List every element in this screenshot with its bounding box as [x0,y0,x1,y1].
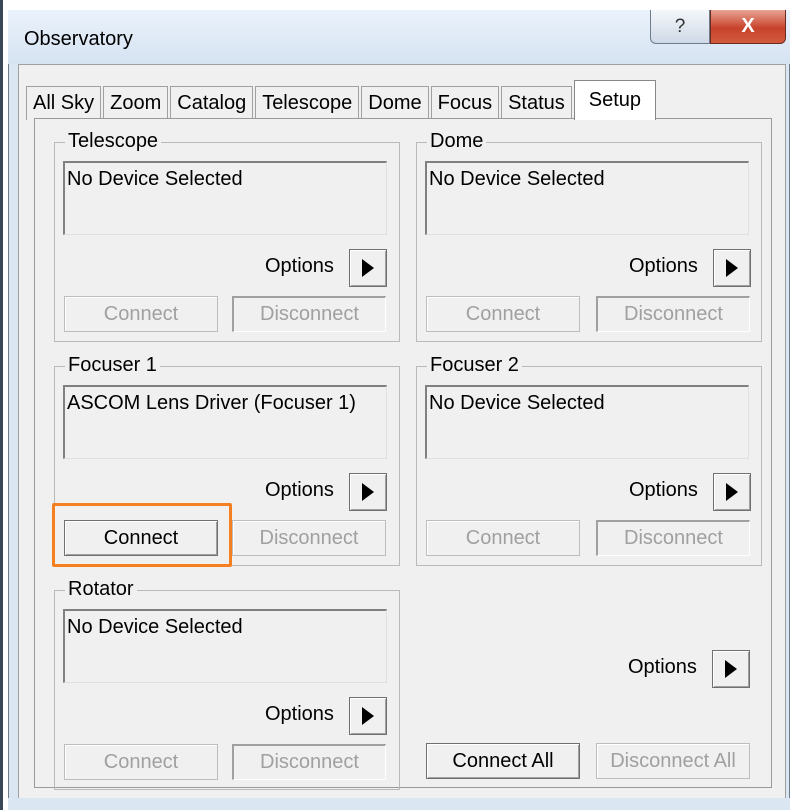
options-label: Options [265,255,334,277]
rotator-device-display: No Device Selected [63,609,387,683]
telescope-disconnect-button[interactable]: Disconnect [232,296,386,332]
tab-label: Telescope [262,92,353,114]
arrow-right-icon [726,259,738,277]
tab-catalog[interactable]: Catalog [170,86,254,120]
focuser2-disconnect-button[interactable]: Disconnect [596,520,750,556]
options-label: Options [265,479,334,501]
arrow-right-icon [362,259,374,277]
dome-disconnect-button[interactable]: Disconnect [596,296,750,332]
focuser2-group: Focuser 2 No Device Selected Options Con… [416,354,762,566]
tab-label: Setup [588,89,642,111]
tab-all-sky[interactable]: All Sky [26,86,102,120]
options-label: Options [629,255,698,277]
focuser2-device-display: No Device Selected [425,385,749,459]
tab-telescope[interactable]: Telescope [255,86,360,120]
tab-zoom[interactable]: Zoom [103,86,169,120]
disconnect-all-button[interactable]: Disconnect All [596,743,750,779]
telescope-options-button[interactable] [349,249,387,287]
tab-label: All Sky [33,92,95,114]
options-label: Options [629,479,698,501]
focuser1-options-button[interactable] [349,473,387,511]
global-options-label: Options [628,656,697,678]
arrow-right-icon [725,660,737,678]
dome-connect-button[interactable]: Connect [426,296,580,332]
close-icon: X [741,15,755,37]
options-label: Options [265,703,334,725]
group-title: Rotator [65,578,137,601]
dome-device-display: No Device Selected [425,161,749,235]
tab-label: Dome [368,92,422,114]
rotator-group: Rotator No Device Selected Options Conne… [54,578,400,790]
group-title: Telescope [65,130,162,153]
rotator-connect-button[interactable]: Connect [64,744,218,780]
group-title: Dome [427,130,487,153]
close-button[interactable]: X [710,10,786,44]
arrow-right-icon [362,483,374,501]
tab-dome[interactable]: Dome [361,86,429,120]
focuser1-device-display: ASCOM Lens Driver (Focuser 1) [63,385,387,459]
title-bar: Observatory ? X [8,10,790,64]
dome-group: Dome No Device Selected Options Connect … [416,130,762,342]
global-options-button[interactable] [712,650,750,688]
help-icon: ? [674,15,686,37]
group-title: Focuser 1 [65,354,160,377]
connect-all-button[interactable]: Connect All [426,743,580,779]
desktop-edge [0,0,3,810]
help-button[interactable]: ? [650,10,710,44]
connect-highlight-box [52,503,232,567]
focuser2-connect-button[interactable]: Connect [426,520,580,556]
arrow-right-icon [726,483,738,501]
tab-label: Focus [437,92,493,114]
tab-focus[interactable]: Focus [430,86,500,120]
telescope-connect-button[interactable]: Connect [64,296,218,332]
tab-setup[interactable]: Setup [573,80,657,120]
telescope-group: Telescope No Device Selected Options Con… [54,130,400,342]
group-title: Focuser 2 [427,354,522,377]
telescope-device-display: No Device Selected [63,161,387,235]
tab-label: Status [508,92,565,114]
tab-status[interactable]: Status [501,86,572,120]
focuser2-options-button[interactable] [713,473,751,511]
arrow-right-icon [362,707,374,725]
window-title: Observatory [24,28,133,50]
window-bottom-border [8,798,790,810]
tab-strip: All Sky Zoom Catalog Telescope Dome Focu… [26,80,658,120]
rotator-disconnect-button[interactable]: Disconnect [232,744,386,780]
rotator-options-button[interactable] [349,697,387,735]
tab-label: Catalog [177,92,247,114]
focuser1-disconnect-button[interactable]: Disconnect [232,520,386,556]
tab-label: Zoom [110,92,162,114]
dome-options-button[interactable] [713,249,751,287]
